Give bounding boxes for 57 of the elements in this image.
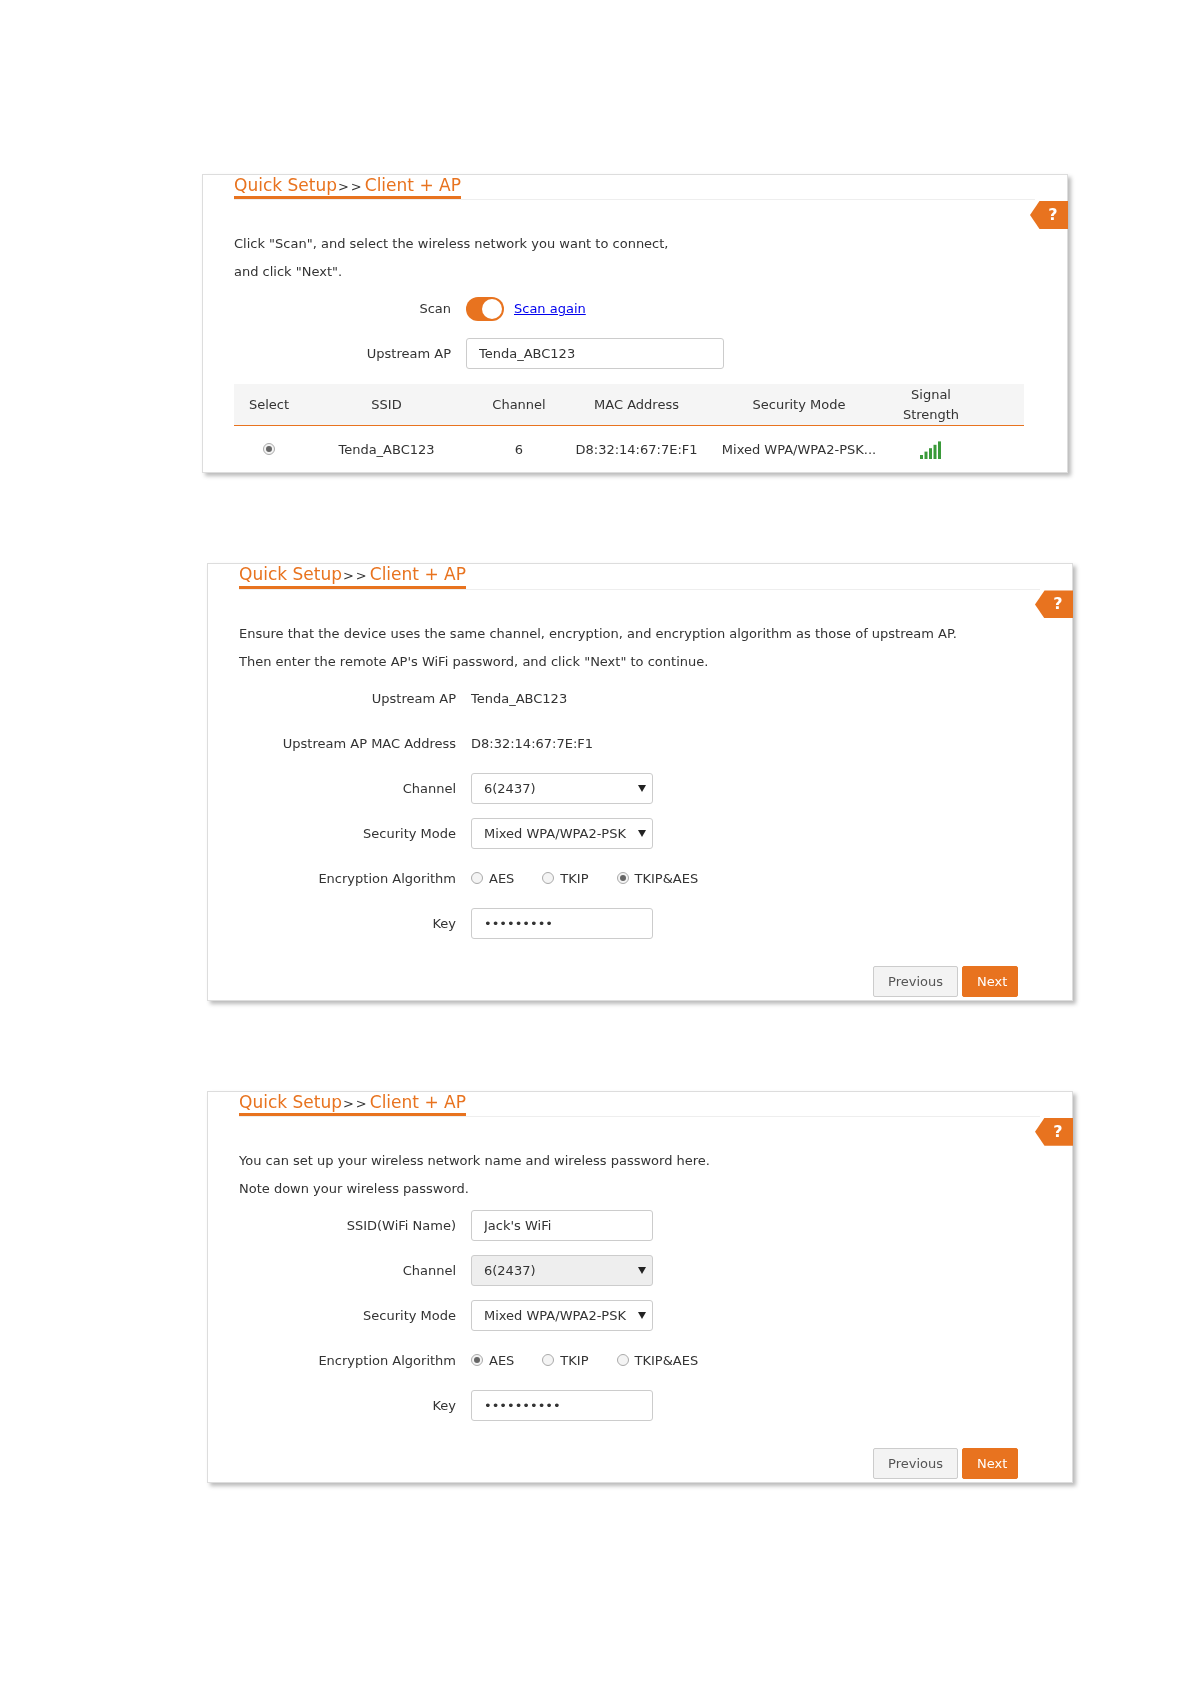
radio-option[interactable]: TKIP — [542, 868, 589, 889]
instruction-text: Ensure that the device uses the same channel, encryption, and encryption algorithm as those of upstream AP. — [239, 624, 958, 643]
column-header: SSID — [370, 396, 403, 415]
dropdown[interactable]: Mixed WPA/WPA2-PSK — [471, 817, 653, 849]
column-header: Signal Strength — [901, 386, 961, 424]
scan-again-link[interactable]: Scan again — [514, 299, 586, 319]
table-cell: 6 — [514, 441, 524, 457]
field-label: Security Mode — [362, 824, 457, 843]
field-label: Encryption Algorithm — [317, 869, 457, 888]
field-label: Key — [431, 914, 457, 933]
breadcrumb: Quick Setup>>Client + AP — [239, 564, 466, 589]
field-label: Key — [431, 1396, 457, 1415]
field-label: Security Mode — [362, 1306, 457, 1325]
radio-option[interactable]: AES — [471, 868, 515, 889]
input-field[interactable]: •••••••••• — [471, 1390, 653, 1422]
input-field[interactable]: ••••••••• — [471, 907, 653, 939]
caret-icon — [638, 1267, 646, 1275]
table-cell: D8:32:14:67:7E:F1 — [575, 441, 698, 457]
previous-button[interactable]: Previous — [873, 965, 958, 997]
field-label: Channel — [401, 779, 457, 798]
field-label: Scan — [418, 300, 452, 319]
column-header: Security Mode — [751, 396, 847, 415]
dropdown[interactable]: Mixed WPA/WPA2-PSK — [471, 1300, 653, 1332]
radio-button[interactable] — [263, 442, 275, 455]
input-field[interactable]: Tenda_ABC123 — [466, 338, 724, 370]
signal-strength-icon — [920, 441, 942, 460]
column-header: MAC Address — [593, 396, 680, 415]
dropdown[interactable]: 6(2437) — [471, 772, 653, 804]
field-label: Upstream AP — [365, 345, 452, 364]
instruction-text: and click "Next". — [234, 263, 344, 282]
caret-icon — [638, 829, 646, 837]
instruction-text: Note down your wireless password. — [239, 1180, 470, 1199]
field-label: Upstream AP — [370, 689, 457, 708]
instruction-text: You can set up your wireless network name and wireless password here. — [239, 1152, 711, 1171]
scan-toggle[interactable] — [466, 296, 504, 321]
field-value: D8:32:14:67:7E:F1 — [471, 734, 594, 753]
caret-icon — [638, 1312, 646, 1320]
field-label: SSID(WiFi Name) — [345, 1216, 457, 1235]
instruction-text: Then enter the remote AP's WiFi password, and click "Next" to continue. — [239, 652, 710, 671]
caret-icon — [638, 784, 646, 792]
instruction-text: Click "Scan", and select the wireless network you want to connect, — [234, 235, 670, 254]
radio-option[interactable]: TKIP&AES — [616, 1350, 699, 1371]
table-cell: Tenda_ABC123 — [338, 441, 435, 457]
radio-option[interactable]: TKIP — [542, 1350, 589, 1371]
radio-option[interactable]: TKIP&AES — [616, 868, 699, 889]
field-label: Channel — [401, 1261, 457, 1280]
column-header: Channel — [491, 396, 547, 415]
radio-option[interactable]: AES — [471, 1350, 515, 1371]
field-label: Encryption Algorithm — [317, 1351, 457, 1370]
column-header: Select — [247, 396, 291, 415]
table-cell: Mixed WPA/WPA2-PSK... — [721, 441, 877, 457]
input-field[interactable]: Jack's WiFi — [471, 1210, 653, 1242]
breadcrumb: Quick Setup>>Client + AP — [234, 175, 461, 200]
field-value: Tenda_ABC123 — [471, 689, 568, 708]
breadcrumb: Quick Setup>>Client + AP — [239, 1091, 466, 1117]
previous-button[interactable]: Previous — [873, 1448, 958, 1480]
field-label: Upstream AP MAC Address — [281, 734, 457, 753]
